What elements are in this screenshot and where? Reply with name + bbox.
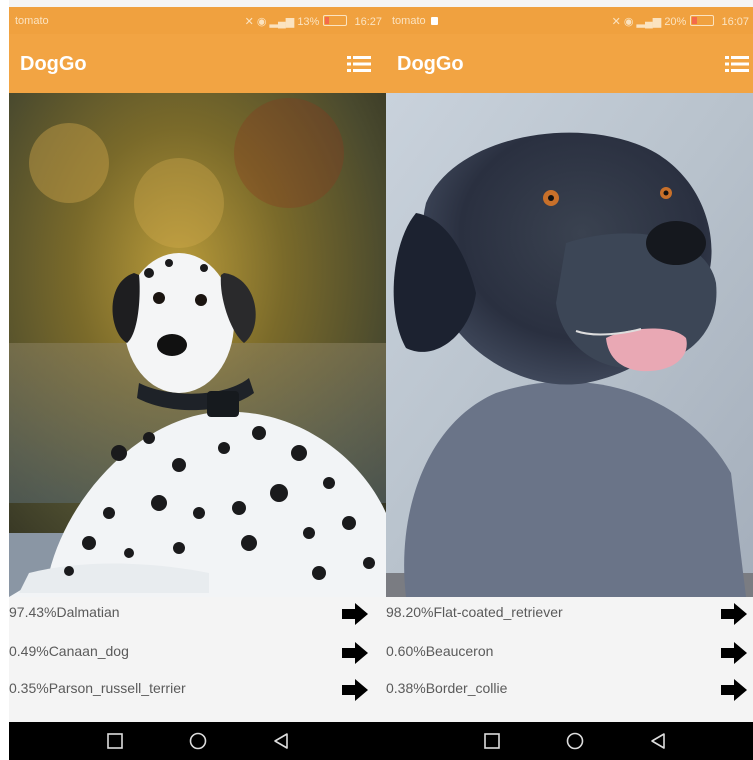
prediction-results: 98.20%Flat-coated_retriever 0.60%Beaucer… [386,597,753,722]
result-row[interactable]: 0.60%Beauceron [386,636,753,670]
arrow-right-icon[interactable] [721,679,747,701]
result-label: 0.35%Parson_russell_terrier [9,680,186,696]
arrow-right-icon[interactable] [342,603,368,625]
result-row[interactable]: 0.49%Canaan_dog [9,636,386,670]
status-time: 16:07 [721,16,749,28]
app-title: DogGo [397,53,464,75]
prediction-results: 97.43%Dalmatian 0.49%Canaan_dog 0.35%Par… [9,597,386,722]
status-bar: tomato ✕ ◉ ▂▄▆ 20% 16:07 [386,7,753,34]
mute-icon: ✕ [611,16,621,28]
eye-icon: ◉ [256,16,267,28]
battery-percent: 20% [664,16,687,28]
result-row[interactable]: 98.20%Flat-coated_retriever [386,597,753,631]
notification-icon [430,17,438,25]
circle-home-icon[interactable] [189,732,207,750]
dalmatian-photo [9,93,386,597]
app-bar: DogGo [9,34,386,93]
app-title: DogGo [20,53,87,75]
arrow-right-icon[interactable] [721,603,747,625]
navigation-bar [386,722,753,760]
app-bar: DogGo [386,34,753,93]
status-time: 16:27 [354,16,382,28]
result-row[interactable]: 0.35%Parson_russell_terrier [9,673,386,707]
list-menu-icon[interactable] [347,55,371,73]
battery-percent: 13% [297,16,320,28]
arrow-right-icon[interactable] [342,642,368,664]
right-phone-screen: tomato ✕ ◉ ▂▄▆ 20% 16:07 DogGo 98.20%Fla… [386,0,753,760]
square-recents-icon[interactable] [483,732,501,750]
result-label: 0.38%Border_collie [386,680,508,696]
status-icons: ✕ ◉ ▂▄▆ 13% 16:27 [245,15,382,28]
battery-icon [690,15,715,26]
carrier-name: tomato [392,15,438,27]
triangle-back-icon[interactable] [649,732,667,750]
status-icons: ✕ ◉ ▂▄▆ 20% 16:07 [612,15,749,28]
square-recents-icon[interactable] [106,732,124,750]
mute-icon: ✕ [244,16,254,28]
signal-icon: ▂▄▆ [636,16,662,28]
battery-icon [323,15,348,26]
status-bar: tomato ✕ ◉ ▂▄▆ 13% 16:27 [9,7,386,34]
result-row[interactable]: 97.43%Dalmatian [9,597,386,631]
triangle-back-icon[interactable] [272,732,290,750]
list-menu-icon[interactable] [725,55,749,73]
signal-icon: ▂▄▆ [269,16,295,28]
eye-icon: ◉ [623,16,634,28]
flat-coated-retriever-photo [386,93,753,597]
left-phone-screen: tomato ✕ ◉ ▂▄▆ 13% 16:27 DogGo 97.43%Dal… [9,0,386,760]
result-label: 98.20%Flat-coated_retriever [386,604,563,620]
arrow-right-icon[interactable] [721,642,747,664]
result-label: 0.49%Canaan_dog [9,643,129,659]
circle-home-icon[interactable] [566,732,584,750]
arrow-right-icon[interactable] [342,679,368,701]
result-label: 0.60%Beauceron [386,643,494,659]
carrier-name: tomato [15,15,49,27]
result-row[interactable]: 0.38%Border_collie [386,673,753,707]
navigation-bar [9,722,386,760]
result-label: 97.43%Dalmatian [9,604,120,620]
